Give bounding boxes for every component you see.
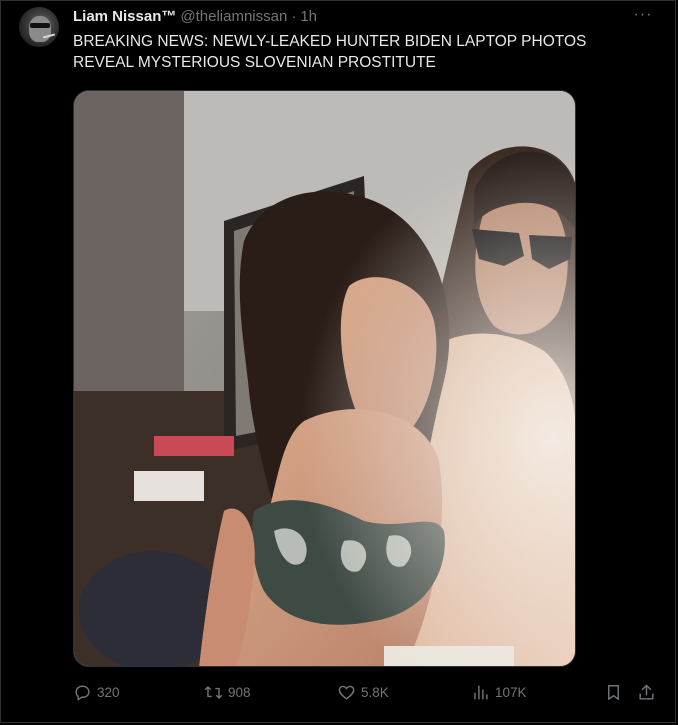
- heart-icon: [338, 685, 355, 700]
- reply-icon: [75, 684, 90, 700]
- tweet-action-bar: 320 908 5.8K 107K: [73, 681, 661, 703]
- avatar[interactable]: [19, 7, 59, 47]
- more-horizontal-icon: ···: [633, 6, 653, 23]
- tweet-timestamp[interactable]: 1h: [300, 8, 317, 25]
- more-options-button[interactable]: ···: [633, 5, 653, 25]
- views-count: 107K: [495, 684, 527, 700]
- author-name[interactable]: Liam Nissan™: [73, 8, 176, 25]
- share-button[interactable]: [637, 681, 656, 703]
- retweet-count: 908: [228, 684, 251, 700]
- author-handle[interactable]: @theliamnissan: [180, 8, 287, 25]
- photo-image: [74, 91, 575, 666]
- bookmark-button[interactable]: [604, 681, 623, 703]
- views-button[interactable]: 107K: [471, 681, 527, 703]
- bookmark-icon: [608, 684, 619, 700]
- tweet-header: Liam Nissan™ @theliamnissan · 1h: [73, 6, 317, 26]
- avatar-sunglasses: [30, 23, 50, 28]
- header-separator: ·: [291, 7, 297, 25]
- reply-button[interactable]: 320: [73, 681, 120, 703]
- retweet-button[interactable]: 908: [204, 681, 251, 703]
- like-count: 5.8K: [361, 684, 389, 700]
- reply-count: 320: [97, 684, 120, 700]
- tweet-card[interactable]: Liam Nissan™ @theliamnissan · 1h ··· BRE…: [0, 0, 676, 723]
- avatar-face: [29, 16, 51, 42]
- share-icon: [639, 684, 654, 700]
- tweet-text: BREAKING NEWS: NEWLY-LEAKED HUNTER BIDEN…: [73, 33, 587, 71]
- tweet-media-photo[interactable]: [73, 90, 576, 667]
- retweet-icon: [204, 685, 223, 699]
- views-bar-chart-icon: [474, 684, 488, 700]
- like-button[interactable]: 5.8K: [337, 681, 389, 703]
